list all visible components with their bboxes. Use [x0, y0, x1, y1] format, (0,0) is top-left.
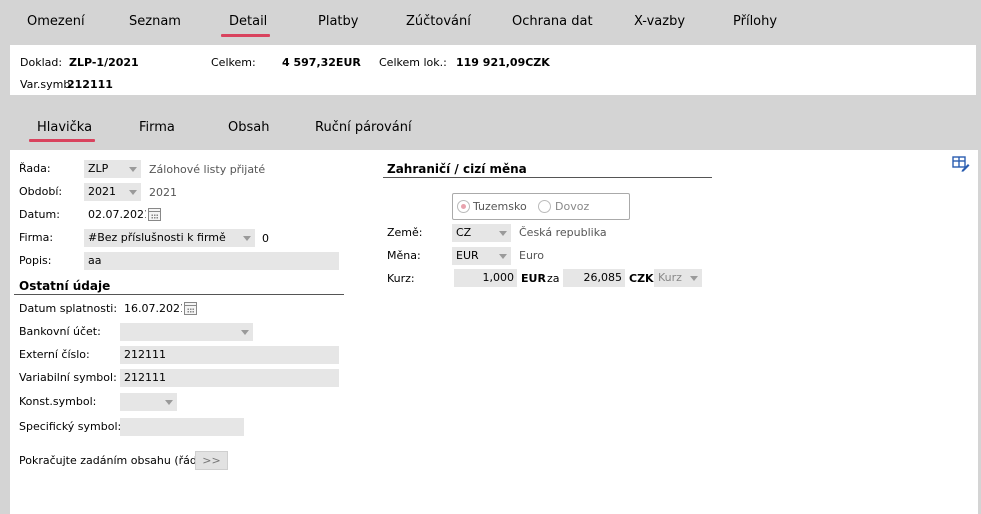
tab-detail[interactable]: Detail [229, 14, 267, 29]
zeme-description: Česká republika [519, 226, 607, 239]
externi-input[interactable]: 212111 [120, 346, 339, 364]
ostatni-section-title: Ostatní údaje [19, 279, 111, 293]
radio-tuzemsko[interactable] [457, 200, 470, 213]
zeme-label: Země: [387, 226, 423, 239]
radio-tuzemsko-label: Tuzemsko [473, 200, 527, 213]
kurz-za: za [547, 272, 560, 285]
splatnost-input[interactable]: 16.07.2021 [120, 300, 182, 318]
continue-hint: Pokračujte zadáním obsahu (řádků) [19, 454, 215, 467]
rada-label: Řada: [19, 162, 51, 175]
ucet-select[interactable] [120, 323, 253, 341]
rada-value: ZLP [88, 162, 109, 175]
celkem-label: Celkem: [211, 56, 256, 69]
sub-tab-bar: Hlavička Firma Obsah Ruční párování [0, 96, 981, 150]
mena-description: Euro [519, 249, 544, 262]
varsymbol-label: Variabilní symbol: [19, 371, 117, 384]
popis-label: Popis: [19, 254, 52, 267]
continue-button[interactable]: >> [195, 451, 228, 470]
kurz-currency: EUR [521, 272, 546, 285]
firma-select[interactable]: #Bez příslušnosti k firmě [84, 229, 255, 247]
origin-radio-group: Tuzemsko Dovoz [452, 193, 630, 220]
mena-label: Měna: [387, 249, 421, 262]
foreign-divider [383, 177, 712, 178]
tab-firma[interactable]: Firma [139, 120, 175, 135]
table-edit-icon[interactable] [952, 156, 970, 172]
kurz-type-value: Kurz [658, 271, 682, 284]
obdobi-label: Období: [19, 185, 63, 198]
chevron-down-icon [499, 231, 507, 236]
document-summary: Doklad: ZLP-1/2021 Celkem: 4 597,32EUR C… [10, 45, 976, 95]
spec-input[interactable] [120, 418, 244, 436]
celkem-lok-label: Celkem lok.: [379, 56, 447, 69]
kurz-type-select[interactable]: Kurz [654, 269, 702, 287]
datum-label: Datum: [19, 208, 60, 221]
splatnost-label: Datum splatnosti: [19, 302, 118, 315]
konst-select[interactable] [120, 393, 177, 411]
celkem-lok-value: 119 921,09CZK [456, 56, 550, 69]
firma-value: #Bez příslušnosti k firmě [88, 231, 226, 244]
kurz-rate-input[interactable]: 26,085 [563, 269, 625, 287]
tab-ochrana-dat[interactable]: Ochrana dat [512, 14, 593, 29]
kurz-amount-input[interactable]: 1,000 [454, 269, 517, 287]
rada-select[interactable]: ZLP [84, 160, 141, 178]
rada-description: Zálohové listy přijaté [149, 163, 266, 176]
kurz-local-currency: CZK [629, 272, 654, 285]
obdobi-value: 2021 [88, 185, 116, 198]
tab-obsah[interactable]: Obsah [228, 120, 269, 135]
varsymb-label: Var.symb: [20, 78, 75, 91]
zeme-value: CZ [456, 226, 472, 239]
konst-label: Konst.symbol: [19, 395, 97, 408]
active-subtab-indicator [29, 139, 95, 142]
tab-platby[interactable]: Platby [318, 14, 358, 29]
active-tab-indicator [221, 34, 270, 37]
firma-extra: 0 [262, 232, 269, 245]
varsymbol-input[interactable]: 212111 [120, 369, 339, 387]
radio-dovoz-label: Dovoz [555, 200, 590, 213]
chevron-down-icon [129, 167, 137, 172]
radio-dovoz[interactable] [538, 200, 551, 213]
tab-zuctovani[interactable]: Zúčtování [406, 14, 471, 29]
calendar-icon[interactable] [148, 208, 161, 221]
obdobi-description: 2021 [149, 186, 177, 199]
zeme-select[interactable]: CZ [452, 224, 511, 242]
popis-input[interactable]: aa [84, 252, 339, 270]
tab-hlavicka[interactable]: Hlavička [37, 120, 92, 135]
obdobi-select[interactable]: 2021 [84, 183, 141, 201]
firma-label: Firma: [19, 231, 54, 244]
kurz-label: Kurz: [387, 272, 415, 285]
doklad-value: ZLP-1/2021 [69, 56, 139, 69]
spec-label: Specifický symbol: [19, 420, 122, 433]
top-tab-bar: Omezení Seznam Detail Platby Zúčtování O… [0, 0, 981, 44]
ostatni-divider [14, 294, 344, 295]
foreign-section-title: Zahraničí / cizí měna [387, 162, 527, 176]
datum-input[interactable]: 02.07.2021 [84, 206, 146, 224]
varsymb-value: 212111 [67, 78, 113, 91]
celkem-value: 4 597,32EUR [282, 56, 361, 69]
externi-label: Externí číslo: [19, 348, 90, 361]
tab-prilohy[interactable]: Přílohy [733, 14, 777, 29]
chevron-down-icon [165, 400, 173, 405]
doklad-label: Doklad: [20, 56, 63, 69]
tab-rucni-parovani[interactable]: Ruční párování [315, 120, 412, 135]
chevron-down-icon [241, 330, 249, 335]
mena-select[interactable]: EUR [452, 247, 511, 265]
tab-seznam[interactable]: Seznam [129, 14, 181, 29]
ucet-label: Bankovní účet: [19, 325, 101, 338]
chevron-down-icon [243, 236, 251, 241]
chevron-down-icon [690, 276, 698, 281]
calendar-icon[interactable] [184, 302, 197, 315]
mena-value: EUR [456, 249, 479, 262]
tab-x-vazby[interactable]: X-vazby [634, 14, 685, 29]
chevron-down-icon [499, 254, 507, 259]
chevron-down-icon [129, 190, 137, 195]
tab-omezeni[interactable]: Omezení [27, 14, 85, 29]
